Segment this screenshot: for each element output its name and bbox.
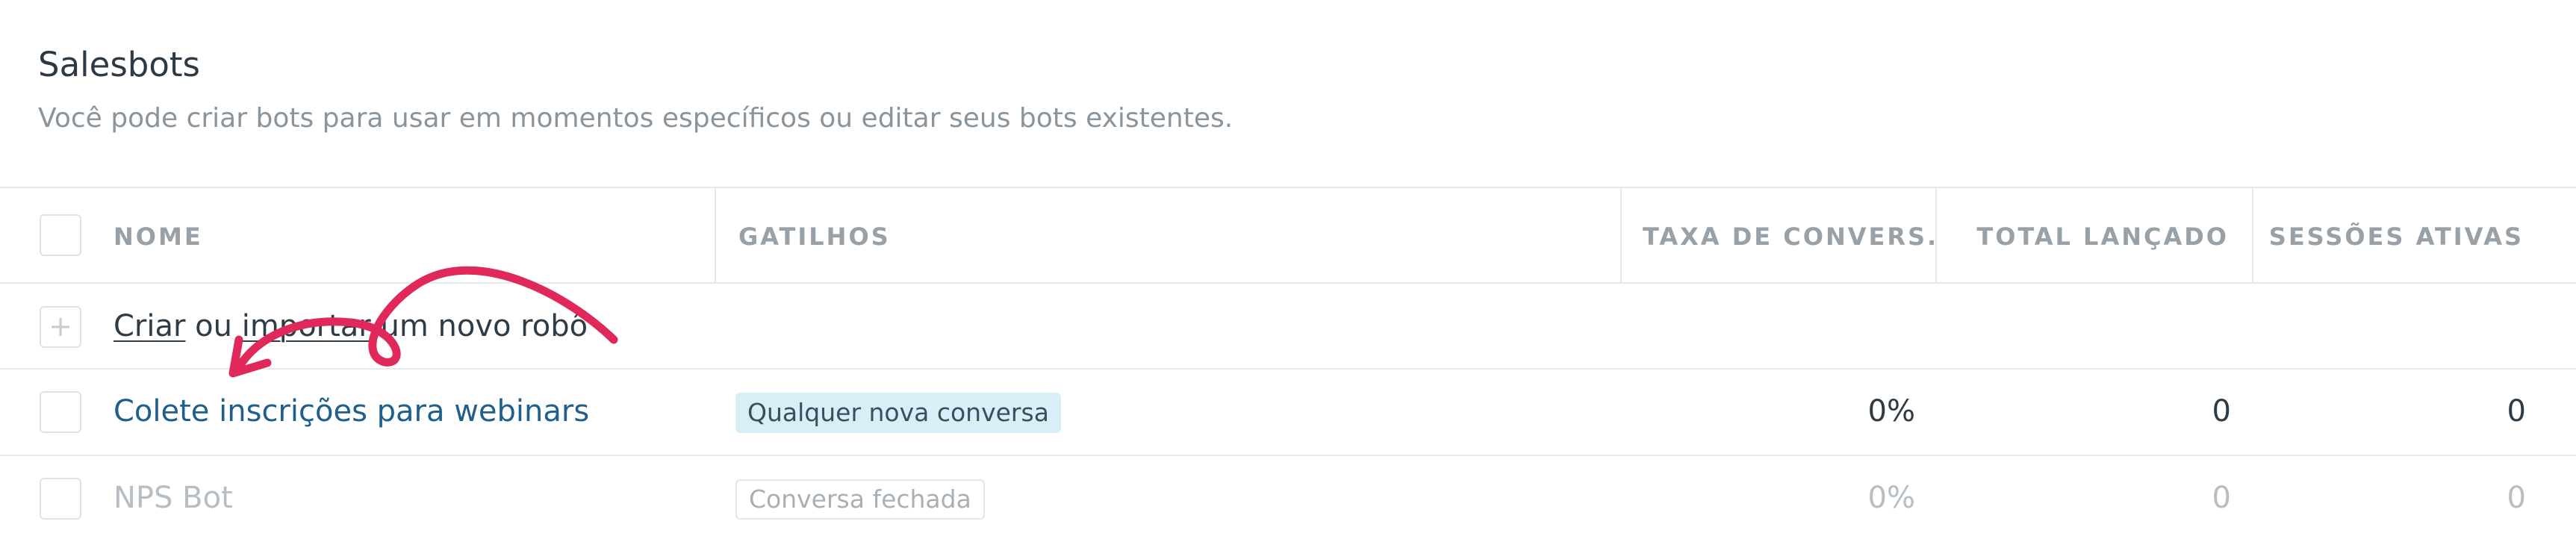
plus-icon: + <box>49 310 72 343</box>
column-divider <box>2252 187 2253 284</box>
conversion-rate: 0% <box>1867 394 1915 429</box>
column-header-sessions[interactable]: SESSÕES ATIVAS <box>2262 222 2524 251</box>
trigger-badge: Qualquer nova conversa <box>735 393 1061 433</box>
total-launched: 0 <box>2212 394 2231 429</box>
active-sessions: 0 <box>2507 394 2526 429</box>
column-divider <box>1935 187 1937 284</box>
divider <box>0 187 2576 188</box>
active-sessions: 0 <box>2507 481 2526 515</box>
row-checkbox[interactable] <box>40 391 81 433</box>
trigger-badge: Conversa fechada <box>735 479 985 520</box>
divider <box>0 282 2576 284</box>
column-header-triggers[interactable]: GATILHOS <box>738 222 891 251</box>
page-title: Salesbots <box>38 45 200 84</box>
create-bot-text: Criar ou importar um novo robô <box>113 309 588 343</box>
page-header: Salesbots Você pode criar bots para usar… <box>0 0 2576 187</box>
bot-name-link[interactable]: Colete inscrições para webinars <box>113 394 589 429</box>
create-link[interactable]: Criar <box>113 309 185 343</box>
column-divider <box>715 187 716 284</box>
column-header-total[interactable]: TOTAL LANÇADO <box>1949 222 2229 251</box>
total-launched: 0 <box>2212 481 2231 515</box>
divider <box>0 368 2576 370</box>
page-subtitle: Você pode criar bots para usar em moment… <box>38 103 1233 134</box>
column-divider <box>1620 187 1622 284</box>
or-text: ou <box>185 309 242 343</box>
row-checkbox[interactable] <box>40 478 81 520</box>
add-bot-button[interactable]: + <box>40 306 81 348</box>
bot-name-link[interactable]: NPS Bot <box>113 481 233 515</box>
import-link[interactable]: importar <box>242 309 371 343</box>
create-rest-text: um novo robô <box>370 309 588 343</box>
select-all-checkbox[interactable] <box>40 214 81 256</box>
conversion-rate: 0% <box>1867 481 1915 515</box>
divider <box>0 455 2576 456</box>
column-header-name[interactable]: NOME <box>113 222 203 251</box>
column-header-conversion[interactable]: TAXA DE CONVERS. <box>1643 222 1938 251</box>
